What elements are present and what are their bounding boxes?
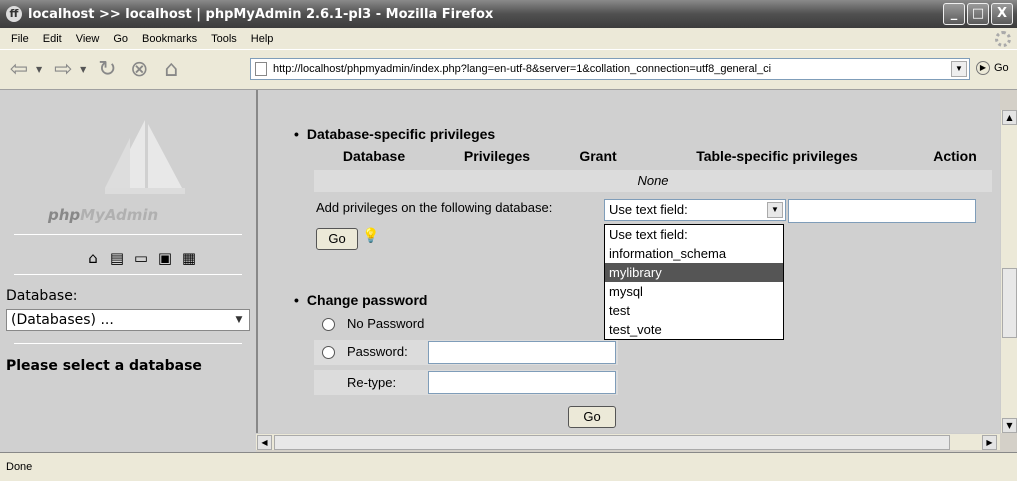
left-frame-top bbox=[0, 90, 256, 110]
scroll-down-icon[interactable]: ▼ bbox=[1002, 418, 1017, 433]
minimize-button[interactable]: _ bbox=[943, 3, 965, 25]
divider bbox=[14, 234, 242, 235]
help-icon[interactable]: ▦ bbox=[180, 249, 198, 267]
horizontal-scroll-thumb[interactable] bbox=[274, 435, 950, 450]
docs-icon[interactable]: ▣ bbox=[156, 249, 174, 267]
menu-edit[interactable]: Edit bbox=[36, 33, 69, 45]
database-select-field[interactable]: Use text field: ▼ bbox=[604, 199, 786, 221]
forward-icon[interactable]: ⇨ bbox=[48, 55, 78, 85]
no-password-radio[interactable] bbox=[322, 318, 335, 331]
menu-bookmarks[interactable]: Bookmarks bbox=[135, 33, 204, 45]
go-button[interactable]: ▶ Go bbox=[976, 61, 1009, 75]
vertical-scrollbar[interactable]: ▲ ▼ bbox=[1000, 110, 1017, 433]
db-privileges-heading: Database-specific privileges bbox=[294, 126, 495, 142]
no-privileges-row: None bbox=[314, 170, 992, 192]
please-select-message: Please select a database bbox=[6, 358, 202, 374]
sidebar-icon-bar: ⌂ ▤ ▭ ▣ ▦ bbox=[84, 249, 198, 267]
scroll-left-icon[interactable]: ◀ bbox=[257, 435, 272, 450]
dropdown-option[interactable]: mysql bbox=[605, 282, 783, 301]
menu-view[interactable]: View bbox=[69, 33, 107, 45]
phpmyadmin-logo[interactable]: phpMyAdmin bbox=[48, 206, 158, 224]
sql-query-icon[interactable]: ▭ bbox=[132, 249, 150, 267]
change-password-go-button[interactable]: Go bbox=[568, 406, 616, 428]
main-frame: Database-specific privileges Database Pr… bbox=[256, 90, 1000, 433]
scroll-right-icon[interactable]: ▶ bbox=[982, 435, 997, 450]
chevron-down-icon: ▼ bbox=[235, 315, 243, 325]
status-bar: Done bbox=[0, 452, 1017, 481]
scroll-up-icon[interactable]: ▲ bbox=[1002, 110, 1017, 125]
left-frame-bottom bbox=[0, 433, 256, 450]
menu-go[interactable]: Go bbox=[106, 33, 135, 45]
database-name-input[interactable] bbox=[788, 199, 976, 223]
close-button[interactable]: X bbox=[991, 3, 1013, 25]
dropdown-option[interactable]: Use text field: bbox=[605, 225, 783, 244]
status-text: Done bbox=[6, 461, 33, 473]
page-icon bbox=[255, 62, 267, 76]
divider bbox=[14, 274, 242, 275]
col-header-privileges: Privileges bbox=[463, 148, 531, 164]
password-label: Password: bbox=[347, 344, 408, 359]
database-select[interactable]: (Databases) ... ▼ bbox=[6, 309, 250, 331]
retype-label: Re-type: bbox=[347, 375, 397, 390]
password-input[interactable] bbox=[428, 341, 616, 364]
url-bar[interactable]: http://localhost/phpmyadmin/index.php?la… bbox=[250, 58, 970, 80]
window-title: localhost >> localhost | phpMyAdmin 2.6.… bbox=[28, 6, 494, 22]
col-header-action: Action bbox=[933, 148, 977, 164]
reload-icon[interactable]: ↻ bbox=[92, 55, 122, 85]
navigation-toolbar: ⇦ ▼ ⇨ ▼ ↻ ⊗ ⌂ http://localhost/phpmyadmi… bbox=[0, 50, 1017, 90]
lightbulb-tip-icon[interactable]: 💡 bbox=[362, 228, 379, 244]
window-titlebar: ff localhost >> localhost | phpMyAdmin 2… bbox=[0, 0, 1017, 28]
add-privileges-go-button[interactable]: Go bbox=[316, 228, 358, 250]
menu-bar: File Edit View Go Bookmarks Tools Help bbox=[0, 28, 1017, 50]
horizontal-scrollbar[interactable]: ◀ ▶ bbox=[256, 433, 1000, 450]
go-label: Go bbox=[994, 62, 1009, 74]
sql-history-icon[interactable]: ▤ bbox=[108, 249, 126, 267]
database-label: Database: bbox=[6, 288, 78, 304]
url-dropdown-icon[interactable]: ▼ bbox=[951, 61, 967, 77]
home-icon[interactable]: ⌂ bbox=[84, 249, 102, 267]
password-radio[interactable] bbox=[322, 346, 335, 359]
dropdown-option-selected[interactable]: mylibrary bbox=[605, 263, 783, 282]
home-icon[interactable]: ⌂ bbox=[156, 55, 186, 85]
left-frame: phpMyAdmin ⌂ ▤ ▭ ▣ ▦ Database: (Database… bbox=[0, 110, 256, 453]
change-password-heading: Change password bbox=[294, 292, 428, 308]
forward-dropdown-icon[interactable]: ▼ bbox=[80, 65, 86, 74]
chevron-down-icon: ▼ bbox=[767, 202, 783, 218]
menu-file[interactable]: File bbox=[4, 33, 36, 45]
no-password-label: No Password bbox=[347, 316, 425, 331]
dropdown-option[interactable]: test bbox=[605, 301, 783, 320]
col-header-table-privileges: Table-specific privileges bbox=[696, 148, 858, 164]
back-icon[interactable]: ⇦ bbox=[4, 55, 34, 85]
col-header-grant: Grant bbox=[579, 148, 617, 164]
divider bbox=[14, 343, 242, 344]
dropdown-option[interactable]: test_vote bbox=[605, 320, 783, 339]
retype-input[interactable] bbox=[428, 371, 616, 394]
back-dropdown-icon[interactable]: ▼ bbox=[36, 65, 42, 74]
vertical-scroll-thumb[interactable] bbox=[1002, 268, 1017, 338]
dropdown-option[interactable]: information_schema bbox=[605, 244, 783, 263]
stop-icon[interactable]: ⊗ bbox=[124, 55, 154, 85]
url-text: http://localhost/phpmyadmin/index.php?la… bbox=[273, 63, 772, 75]
sailboat-logo-icon bbox=[105, 120, 185, 194]
database-dropdown-list[interactable]: Use text field: information_schema mylib… bbox=[604, 224, 784, 340]
menu-tools[interactable]: Tools bbox=[204, 33, 244, 45]
firefox-icon: ff bbox=[6, 6, 22, 22]
window-controls: _ □ X bbox=[943, 3, 1013, 25]
col-header-database: Database bbox=[342, 148, 406, 164]
go-icon: ▶ bbox=[976, 61, 990, 75]
throbber-icon bbox=[995, 31, 1011, 47]
maximize-button[interactable]: □ bbox=[967, 3, 989, 25]
menu-help[interactable]: Help bbox=[244, 33, 281, 45]
add-privileges-label: Add privileges on the following database… bbox=[316, 200, 553, 215]
